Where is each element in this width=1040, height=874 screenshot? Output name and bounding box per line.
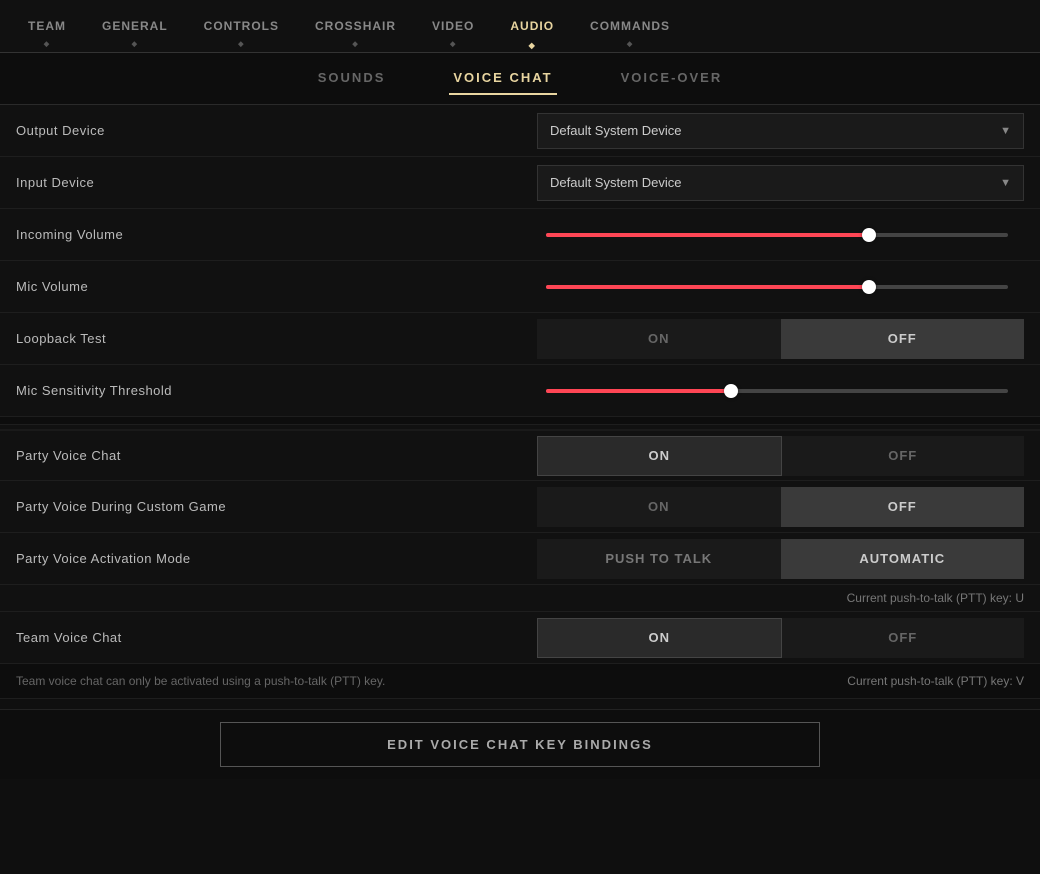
mic-volume-slider[interactable] (546, 277, 1008, 297)
party-voice-off-button[interactable]: Off (782, 436, 1025, 476)
team-voice-on-button[interactable]: On (537, 618, 782, 658)
nav-item-general[interactable]: GENERAL ◆ (84, 0, 186, 52)
nav-item-team[interactable]: TEAM ◆ (10, 0, 84, 52)
nav-dot-commands: ◆ (627, 40, 633, 48)
nav-dot-general: ◆ (132, 40, 138, 48)
sub-navigation: SOUNDS VOICE CHAT VOICE-OVER (0, 53, 1040, 105)
output-device-row: Output Device Default System Device ▼ (0, 105, 1040, 157)
loopback-on-button[interactable]: On (537, 319, 781, 359)
incoming-volume-label: Incoming Volume (16, 227, 546, 242)
subnav-voice-chat[interactable]: VOICE CHAT (449, 62, 556, 95)
input-device-label: Input Device (16, 175, 537, 190)
output-device-label: Output Device (16, 123, 537, 138)
party-voice-custom-label: Party Voice During Custom Game (16, 499, 537, 514)
mic-sensitivity-control (546, 381, 1024, 401)
nav-item-crosshair[interactable]: CROSSHAIR ◆ (297, 0, 414, 52)
mic-volume-row: Mic Volume (0, 261, 1040, 313)
mic-volume-fill (546, 285, 869, 289)
team-voice-info-row: Team voice chat can only be activated us… (0, 664, 1040, 699)
team-voice-ptt-text: Current push-to-talk (PTT) key: V (847, 674, 1024, 688)
input-device-control: Default System Device ▼ (537, 165, 1024, 201)
loopback-test-toggle: On Off (537, 319, 1024, 359)
incoming-volume-fill (546, 233, 869, 237)
incoming-volume-slider[interactable] (546, 225, 1008, 245)
party-voice-custom-control: On Off (537, 487, 1024, 527)
subnav-voice-over[interactable]: VOICE-OVER (617, 62, 727, 95)
output-device-arrow: ▼ (1000, 125, 1011, 137)
mic-sensitivity-track (546, 389, 1008, 393)
mic-sensitivity-slider[interactable] (546, 381, 1008, 401)
party-voice-on-button[interactable]: On (537, 436, 782, 476)
subnav-sounds[interactable]: SOUNDS (314, 62, 390, 95)
loopback-test-control: On Off (537, 319, 1024, 359)
party-voice-mode-control: Push to Talk Automatic (537, 539, 1024, 579)
edit-voice-chat-button[interactable]: EDIT VOICE CHAT KEY BINDINGS (220, 722, 820, 767)
party-voice-chat-row: Party Voice Chat On Off (0, 429, 1040, 481)
team-voice-off-button[interactable]: Off (782, 618, 1025, 658)
mic-sensitivity-label: Mic Sensitivity Threshold (16, 383, 546, 398)
party-voice-chat-label: Party Voice Chat (16, 448, 537, 463)
party-voice-custom-toggle: On Off (537, 487, 1024, 527)
mic-volume-track (546, 285, 1008, 289)
team-voice-chat-control: On Off (537, 618, 1024, 658)
settings-content: Output Device Default System Device ▼ In… (0, 105, 1040, 699)
top-navigation: TEAM ◆ GENERAL ◆ CONTROLS ◆ CROSSHAIR ◆ … (0, 0, 1040, 53)
nav-item-commands[interactable]: COMMANDS ◆ (572, 0, 688, 52)
incoming-volume-thumb[interactable] (862, 228, 876, 242)
party-voice-mode-label: Party Voice Activation Mode (16, 551, 537, 566)
mic-volume-control (546, 277, 1024, 297)
ptt-party-info: Current push-to-talk (PTT) key: U (0, 585, 1040, 612)
nav-item-controls[interactable]: CONTROLS ◆ (186, 0, 297, 52)
nav-item-video[interactable]: VIDEO ◆ (414, 0, 492, 52)
input-device-row: Input Device Default System Device ▼ (0, 157, 1040, 209)
incoming-volume-row: Incoming Volume (0, 209, 1040, 261)
team-voice-info-label: Team voice chat can only be activated us… (16, 674, 847, 688)
output-device-dropdown[interactable]: Default System Device ▼ (537, 113, 1024, 149)
input-device-arrow: ▼ (1000, 177, 1011, 189)
output-device-control: Default System Device ▼ (537, 113, 1024, 149)
mic-volume-label: Mic Volume (16, 279, 546, 294)
party-voice-mode-toggle: Push to Talk Automatic (537, 539, 1024, 579)
party-voice-chat-toggle: On Off (537, 436, 1024, 476)
party-mode-auto-button[interactable]: Automatic (781, 539, 1025, 579)
team-voice-chat-label: Team Voice Chat (16, 630, 537, 645)
nav-dot-crosshair: ◆ (352, 40, 358, 48)
mic-volume-thumb[interactable] (862, 280, 876, 294)
team-voice-chat-toggle: On Off (537, 618, 1024, 658)
nav-dot-team: ◆ (44, 40, 50, 48)
nav-dot-video: ◆ (450, 40, 456, 48)
mic-sensitivity-fill (546, 389, 731, 393)
loopback-off-button[interactable]: Off (781, 319, 1025, 359)
party-voice-mode-row: Party Voice Activation Mode Push to Talk… (0, 533, 1040, 585)
loopback-test-row: Loopback Test On Off (0, 313, 1040, 365)
party-mode-push-button[interactable]: Push to Talk (537, 539, 781, 579)
edit-button-container: EDIT VOICE CHAT KEY BINDINGS (0, 709, 1040, 779)
input-device-dropdown[interactable]: Default System Device ▼ (537, 165, 1024, 201)
party-voice-chat-control: On Off (537, 436, 1024, 476)
loopback-test-label: Loopback Test (16, 331, 537, 346)
party-custom-off-button[interactable]: Off (781, 487, 1025, 527)
nav-item-audio[interactable]: AUDIO (492, 0, 572, 52)
mic-sensitivity-row: Mic Sensitivity Threshold (0, 365, 1040, 417)
incoming-volume-track (546, 233, 1008, 237)
party-custom-on-button[interactable]: On (537, 487, 781, 527)
nav-dot-controls: ◆ (238, 40, 244, 48)
mic-sensitivity-thumb[interactable] (724, 384, 738, 398)
team-voice-chat-row: Team Voice Chat On Off (0, 612, 1040, 664)
spacer-1 (0, 417, 1040, 425)
party-voice-custom-row: Party Voice During Custom Game On Off (0, 481, 1040, 533)
incoming-volume-control (546, 225, 1024, 245)
